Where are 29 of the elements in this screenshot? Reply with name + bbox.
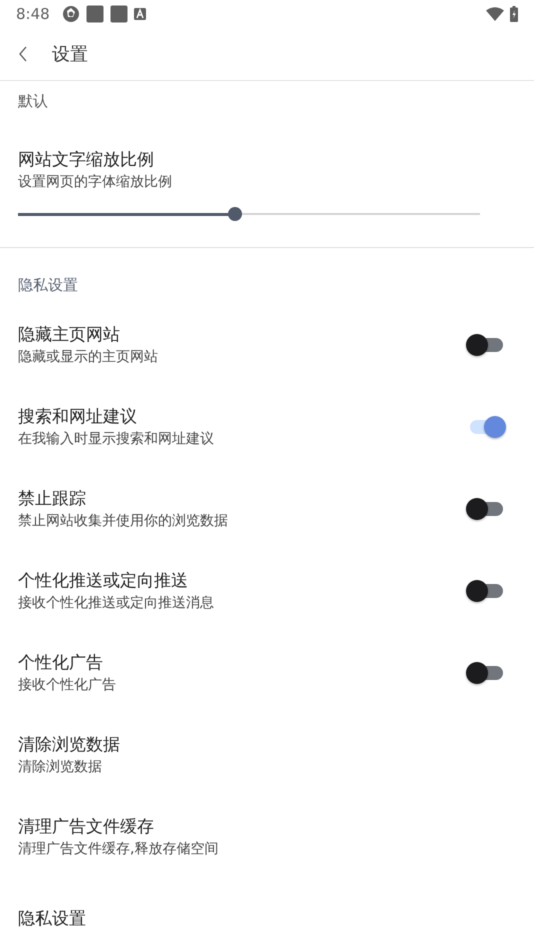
setting-title: 禁止跟踪 — [18, 488, 87, 510]
page-title: 设置 — [52, 43, 88, 66]
setting-description: 清除浏览数据 — [18, 758, 103, 776]
setting-description: 禁止网站收集并使用你的浏览数据 — [18, 512, 229, 530]
section-header: 隐私设置 — [17, 275, 79, 296]
slider-thumb[interactable] — [228, 207, 242, 221]
setting-title: 个性化广告 — [18, 652, 104, 674]
setting-title[interactable]: 清除浏览数据 — [18, 734, 506, 756]
setting-title: 个性化推送或定向推送 — [18, 570, 189, 592]
setting-description: 接收个性化推送或定向推送消息 — [18, 594, 215, 612]
setting-description: 隐藏或显示的主页网站 — [18, 348, 159, 366]
battery-icon — [510, 6, 518, 22]
section-header: 默认 — [17, 91, 49, 112]
notification-icon — [86, 5, 104, 23]
keyboard-icon — [134, 8, 146, 20]
setting-description: 设置网页的字体缩放比例 — [18, 173, 173, 192]
setting-title: 隐藏主页网站 — [18, 324, 121, 346]
setting-title: 网站文字缩放比例 — [18, 149, 155, 171]
notification-icon — [110, 5, 128, 23]
setting-description: 接收个性化广告 — [18, 676, 117, 694]
clock-time: 8:48 — [16, 5, 50, 23]
setting-description: 在我输入时显示搜索和网址建议 — [18, 430, 215, 448]
wifi-icon — [486, 7, 504, 21]
setting-title[interactable]: 清理广告文件缓存 — [18, 816, 506, 838]
slider[interactable] — [18, 206, 480, 222]
aperture-icon — [62, 5, 80, 23]
setting-title[interactable]: 隐私设置 — [18, 908, 506, 930]
setting-title: 搜索和网址建议 — [18, 406, 138, 428]
setting-description: 清理广告文件缓存,释放存储空间 — [18, 840, 220, 858]
